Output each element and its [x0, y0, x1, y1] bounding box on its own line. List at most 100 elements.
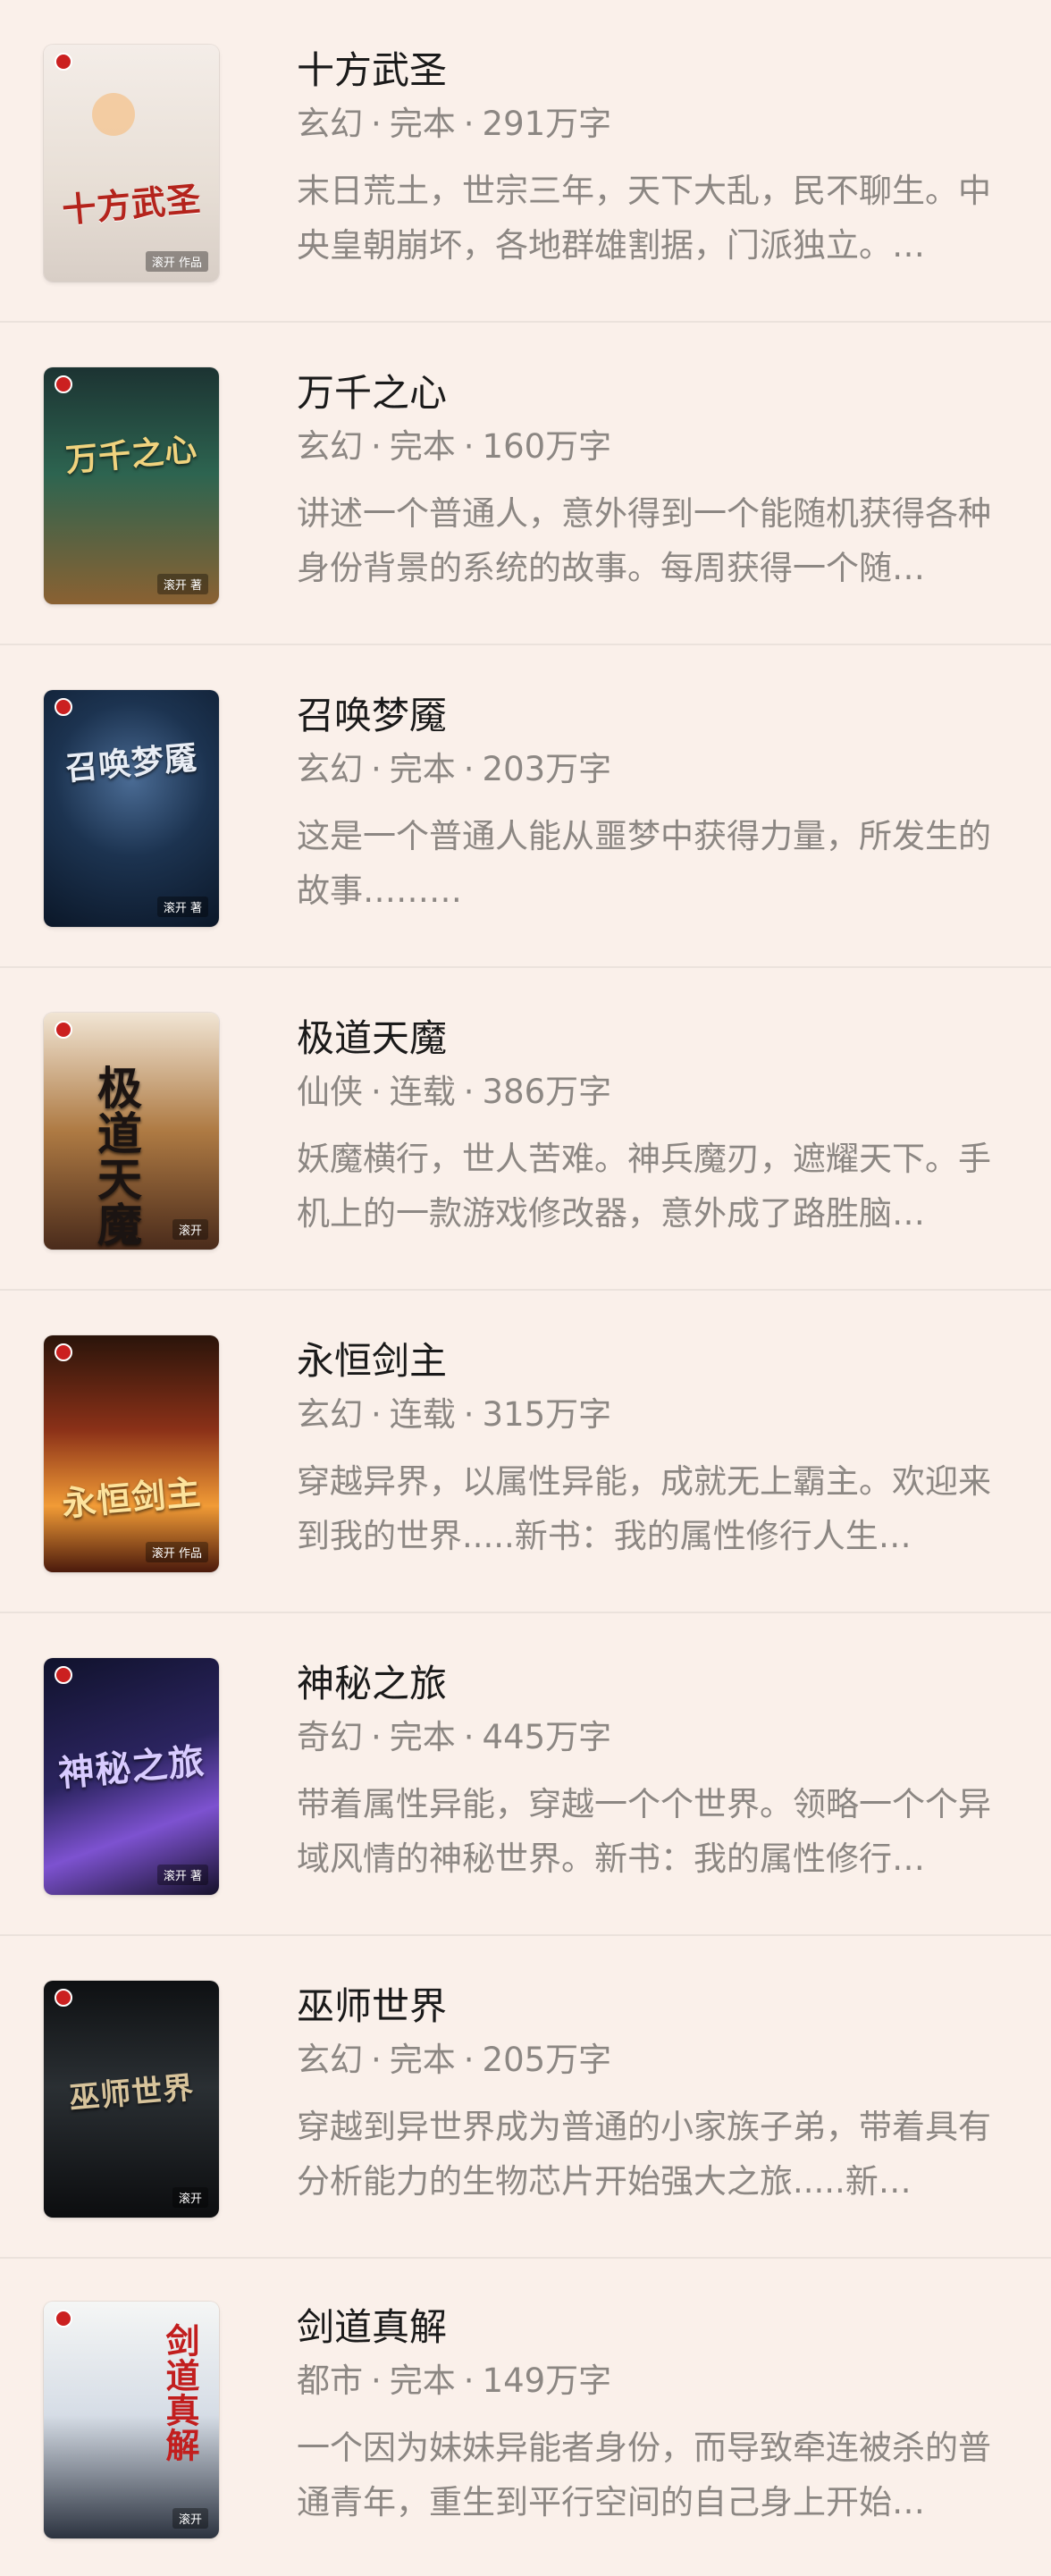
book-meta: 仙侠 · 连载 · 386万字	[297, 1075, 999, 1108]
book-word-count: 445万字	[482, 1718, 612, 1756]
book-word-count: 386万字	[482, 1073, 612, 1111]
book-status: 连载	[389, 1395, 456, 1434]
book-item-shi-fang-wu-sheng[interactable]: 十方武圣 滚开 作品 十方武圣 玄幻 · 完本 · 291万字 末日荒土，世宗三年，天下…	[0, 0, 1051, 323]
book-cover[interactable]: 剑道真解 滚开	[44, 2302, 219, 2538]
book-word-count: 205万字	[482, 2041, 612, 2079]
book-category: 都市	[297, 2361, 363, 2400]
cover-title-art: 十方武圣	[60, 178, 203, 232]
book-item-jian-dao-zhen-jie[interactable]: 剑道真解 滚开 剑道真解 都市 · 完本 · 149万字 一个因为妹妹异能者身份，而导致…	[0, 2259, 1051, 2576]
book-info: 永恒剑主 玄幻 · 连载 · 315万字 穿越异界，以属性异能，成就无上霸主。欢迎来到我…	[297, 1343, 999, 1563]
book-item-wu-shi-shi-jie[interactable]: 巫师世界 滚开 巫师世界 玄幻 · 完本 · 205万字 穿越到异世界成为普通的小家族子…	[0, 1936, 1051, 2259]
meta-separator: ·	[463, 2041, 475, 2079]
cover-title-art: 剑道真解	[160, 2322, 200, 2462]
meta-separator: ·	[371, 1718, 382, 1756]
book-summary: 讲述一个普通人，意外得到一个能随机获得各种身份背景的系统的故事。每周获得一个随…	[297, 494, 991, 587]
book-cover[interactable]: 万千之心 滚开 著	[44, 367, 219, 604]
book-word-count: 315万字	[482, 1395, 612, 1434]
cover-title-art: 神秘之旅	[56, 1740, 207, 1796]
meta-separator: ·	[371, 2361, 382, 2400]
meta-separator: ·	[463, 105, 475, 143]
book-title[interactable]: 召唤梦魇	[297, 697, 999, 735]
book-word-count: 203万字	[482, 750, 612, 788]
meta-separator: ·	[463, 1395, 475, 1434]
publisher-logo-icon	[55, 698, 72, 716]
book-cover[interactable]: 十方武圣 滚开 作品	[44, 45, 219, 282]
book-info: 剑道真解 都市 · 完本 · 149万字 一个因为妹妹异能者身份，而导致牵连被杀的普通青…	[297, 2309, 999, 2530]
book-status: 完本	[389, 750, 456, 788]
publisher-logo-icon	[55, 1989, 72, 2007]
book-status: 完本	[389, 2041, 456, 2079]
book-title[interactable]: 极道天魔	[297, 1020, 999, 1057]
book-info: 万千之心 玄幻 · 完本 · 160万字 讲述一个普通人，意外得到一个能随机获得各种身份…	[297, 375, 999, 595]
book-info: 十方武圣 玄幻 · 完本 · 291万字 末日荒土，世宗三年，天下大乱，民不聊生。中央皇…	[297, 52, 999, 273]
meta-separator: ·	[371, 750, 382, 788]
book-title[interactable]: 十方武圣	[297, 52, 999, 89]
book-cover[interactable]: 永恒剑主 滚开 作品	[44, 1335, 219, 1572]
book-status: 完本	[389, 1718, 456, 1756]
book-item-shen-mi-zhi-lv[interactable]: 神秘之旅 滚开 著 神秘之旅 奇幻 · 完本 · 445万字 带着属性异能，穿越一个个世…	[0, 1613, 1051, 1936]
book-summary: 末日荒土，世宗三年，天下大乱，民不聊生。中央皇朝崩坏，各地群雄割据，门派独立。…	[297, 172, 991, 265]
cover-author-tag: 滚开 著	[156, 1865, 208, 1885]
book-title[interactable]: 巫师世界	[297, 1988, 999, 2025]
book-category: 玄幻	[297, 750, 363, 788]
book-item-ji-dao-tian-mo[interactable]: 极道天魔 滚开 极道天魔 仙侠 · 连载 · 386万字 妖魔横行，世人苦难。神兵魔刃，…	[0, 968, 1051, 1291]
cover-author-tag: 滚开 著	[156, 574, 208, 594]
book-title[interactable]: 神秘之旅	[297, 1665, 999, 1703]
book-meta: 玄幻 · 完本 · 203万字	[297, 753, 999, 786]
meta-separator: ·	[463, 2361, 475, 2400]
cover-author-tag: 滚开	[172, 1219, 208, 1240]
publisher-logo-icon	[55, 53, 72, 71]
cover-author-tag: 滚开	[172, 2508, 208, 2529]
book-meta: 奇幻 · 完本 · 445万字	[297, 1721, 999, 1754]
book-meta: 玄幻 · 完本 · 205万字	[297, 2043, 999, 2076]
book-status: 连载	[389, 1073, 456, 1111]
meta-separator: ·	[371, 427, 382, 466]
book-summary: 妖魔横行，世人苦难。神兵魔刃，遮耀天下。手机上的一款游戏修改器，意外成了路胜脑…	[297, 1140, 991, 1233]
book-summary: 带着属性异能，穿越一个个世界。领略一个个异域风情的神秘世界。新书：我的属性修行…	[297, 1785, 991, 1878]
meta-separator: ·	[463, 427, 475, 466]
book-meta: 玄幻 · 连载 · 315万字	[297, 1398, 999, 1431]
book-word-count: 160万字	[482, 427, 612, 466]
cover-author-tag: 滚开	[172, 2187, 208, 2208]
cover-author-tag: 滚开 著	[156, 897, 208, 917]
book-cover[interactable]: 极道天魔 滚开	[44, 1013, 219, 1250]
cover-author-tag: 滚开 作品	[145, 251, 208, 272]
book-category: 奇幻	[297, 1718, 363, 1756]
book-info: 神秘之旅 奇幻 · 完本 · 445万字 带着属性异能，穿越一个个世界。领略一个个异域风…	[297, 1665, 999, 1886]
book-status: 完本	[389, 105, 456, 143]
book-item-yong-heng-jian-zhu[interactable]: 永恒剑主 滚开 作品 永恒剑主 玄幻 · 连载 · 315万字 穿越异界，以属性异能，成…	[0, 1291, 1051, 1613]
cover-title-art: 极道天魔	[90, 1065, 143, 1248]
cover-title-art: 万千之心	[63, 430, 199, 480]
book-meta: 玄幻 · 完本 · 160万字	[297, 430, 999, 463]
book-title[interactable]: 剑道真解	[297, 2309, 999, 2346]
book-meta: 都市 · 完本 · 149万字	[297, 2364, 999, 2397]
cover-title-art: 永恒剑主	[60, 1471, 203, 1524]
publisher-logo-icon	[55, 375, 72, 393]
book-info: 召唤梦魇 玄幻 · 完本 · 203万字 这是一个普通人能从噩梦中获得力量，所发生的故事…	[297, 697, 999, 918]
meta-separator: ·	[463, 1073, 475, 1111]
book-category: 玄幻	[297, 105, 363, 143]
cover-title-art: 召唤梦魇	[63, 738, 199, 788]
book-status: 完本	[389, 2361, 456, 2400]
book-title[interactable]: 万千之心	[297, 375, 999, 412]
book-cover[interactable]: 巫师世界 滚开	[44, 1981, 219, 2218]
publisher-logo-icon	[55, 1666, 72, 1684]
meta-separator: ·	[371, 1073, 382, 1111]
book-word-count: 291万字	[482, 105, 612, 143]
book-cover[interactable]: 神秘之旅 滚开 著	[44, 1658, 219, 1895]
meta-separator: ·	[463, 750, 475, 788]
meta-separator: ·	[371, 1395, 382, 1434]
book-list: 十方武圣 滚开 作品 十方武圣 玄幻 · 完本 · 291万字 末日荒土，世宗三年，天下…	[0, 0, 1051, 2575]
book-summary: 穿越异界，以属性异能，成就无上霸主。欢迎来到我的世界.....新书：我的属性修行…	[297, 1462, 991, 1555]
publisher-logo-icon	[55, 2310, 72, 2328]
book-summary: 穿越到异世界成为普通的小家族子弟，带着具有分析能力的生物芯片开始强大之旅....…	[297, 2108, 991, 2201]
book-summary: 这是一个普通人能从噩梦中获得力量，所发生的故事………	[297, 817, 991, 910]
meta-separator: ·	[371, 105, 382, 143]
book-title[interactable]: 永恒剑主	[297, 1343, 999, 1380]
book-info: 极道天魔 仙侠 · 连载 · 386万字 妖魔横行，世人苦难。神兵魔刃，遮耀天下。手机上…	[297, 1020, 999, 1241]
publisher-logo-icon	[55, 1343, 72, 1361]
book-info: 巫师世界 玄幻 · 完本 · 205万字 穿越到异世界成为普通的小家族子弟，带着具有分析…	[297, 1988, 999, 2209]
book-item-wan-qian-zhi-xin[interactable]: 万千之心 滚开 著 万千之心 玄幻 · 完本 · 160万字 讲述一个普通人，意外得到一…	[0, 323, 1051, 645]
book-cover[interactable]: 召唤梦魇 滚开 著	[44, 690, 219, 927]
book-item-zhao-huan-meng-yan[interactable]: 召唤梦魇 滚开 著 召唤梦魇 玄幻 · 完本 · 203万字 这是一个普通人能从噩梦中获…	[0, 645, 1051, 968]
